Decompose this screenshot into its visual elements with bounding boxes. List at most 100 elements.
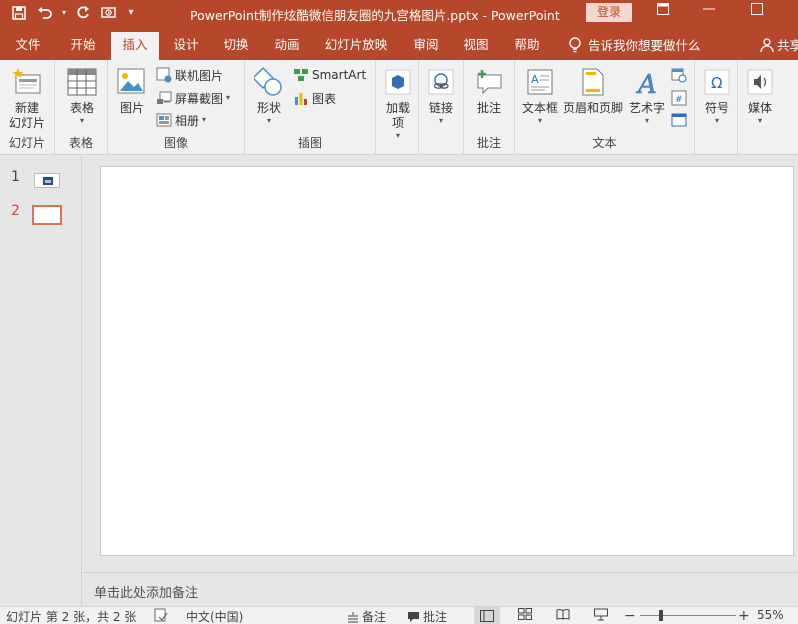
customize-toolbar-icon[interactable]: ▾ <box>124 3 138 22</box>
zoom-slider[interactable] <box>640 615 736 616</box>
minimize-icon[interactable] <box>694 2 724 22</box>
header-footer-button[interactable]: 页眉和页脚 <box>561 66 625 116</box>
tab-animations[interactable]: 动画 <box>267 35 307 60</box>
media-label: 媒体 <box>747 101 772 115</box>
zoom-slider-thumb[interactable] <box>659 610 663 621</box>
object-icon <box>671 112 687 128</box>
chart-button[interactable]: 图表 <box>293 88 336 108</box>
tab-view[interactable]: 视图 <box>456 35 496 60</box>
online-pictures-button[interactable]: 联机图片 <box>156 65 223 85</box>
tab-home[interactable]: 开始 <box>62 35 104 60</box>
tab-review[interactable]: 审阅 <box>406 35 446 60</box>
notes-toggle[interactable]: 备注 <box>347 608 386 624</box>
slideshow-button[interactable] <box>594 608 608 621</box>
group-illustrations-label: 插图 <box>297 136 322 150</box>
tab-transitions[interactable]: 切换 <box>216 35 256 60</box>
comment-button[interactable]: 批注 <box>470 66 508 116</box>
picture-label: 图片 <box>119 101 144 115</box>
online-picture-icon <box>156 67 172 83</box>
group-slides-label: 幻灯片 <box>8 136 45 150</box>
symbol-button[interactable]: Ω 符号 ▾ <box>699 66 735 126</box>
chart-icon <box>293 90 309 106</box>
group-illustrations: 形状 ▾ SmartArt 图表 插图 <box>245 60 376 155</box>
slide-canvas[interactable] <box>100 166 794 556</box>
wordart-button[interactable]: A 艺术字 ▾ <box>625 66 669 126</box>
comment-label: 批注 <box>476 101 501 115</box>
reading-view-button[interactable] <box>556 608 570 620</box>
start-from-beginning-icon[interactable] <box>98 3 120 22</box>
ribbon-display-options-icon[interactable] <box>648 2 678 22</box>
ribbon: 新建 幻灯片 幻灯片 表格 ▾ 表格 图片 联机图片 屏幕截图 ▾ 相册 ▾ 图… <box>0 60 798 155</box>
slide-thumbnail-pane: 1 2 <box>0 156 82 606</box>
addins-button[interactable]: 加载 项 ▾ <box>380 66 416 141</box>
notes-toggle-label: 备注 <box>362 610 387 624</box>
undo-dropdown-icon[interactable]: ▾ <box>60 3 68 22</box>
spell-check-icon[interactable] <box>154 608 168 622</box>
group-addins: 加载 项 ▾ <box>376 60 419 155</box>
photo-album-button[interactable]: 相册 ▾ <box>156 110 206 130</box>
maximize-icon[interactable] <box>742 2 772 22</box>
textbox-label: 文本框 <box>521 101 558 115</box>
smartart-label: SmartArt <box>312 68 367 82</box>
login-button[interactable]: 登录 <box>586 3 632 22</box>
window-title: PowerPoint制作炫酷微信朋友圈的九宫格图片.pptx - PowerPo… <box>190 8 560 23</box>
tab-help[interactable]: 帮助 <box>507 35 547 60</box>
zoom-out-button[interactable]: − <box>624 608 636 624</box>
smartart-button[interactable]: SmartArt <box>293 65 366 85</box>
normal-view-button[interactable] <box>474 607 500 624</box>
normal-view-icon <box>480 609 494 622</box>
comment-icon <box>473 66 505 98</box>
tab-design[interactable]: 设计 <box>166 35 206 60</box>
undo-icon[interactable] <box>34 3 56 22</box>
date-time-button[interactable] <box>671 65 687 85</box>
notes-pane[interactable]: 单击此处添加备注 <box>83 572 798 606</box>
table-label: 表格 <box>69 101 94 115</box>
slide-2-number: 2 <box>11 203 20 219</box>
tab-insert[interactable]: 插入 <box>111 32 159 60</box>
zoom-level[interactable]: 55% <box>757 608 784 622</box>
link-button[interactable]: 链接 ▾ <box>423 66 459 126</box>
slide-1-thumbnail[interactable] <box>34 173 60 188</box>
group-media: 媒体 ▾ <box>738 60 782 155</box>
tab-file[interactable]: 文件 <box>8 35 48 60</box>
save-icon[interactable] <box>8 3 30 22</box>
slideshow-icon <box>594 608 608 621</box>
chevron-down-icon: ▾ <box>714 116 719 125</box>
chevron-down-icon: ▾ <box>266 116 271 125</box>
chart-label: 图表 <box>312 91 337 106</box>
media-button[interactable]: 媒体 ▾ <box>742 66 778 126</box>
slide-2-thumbnail[interactable] <box>32 205 62 225</box>
slide-number-icon: # <box>671 90 687 106</box>
screenshot-button[interactable]: 屏幕截图 ▾ <box>156 88 230 108</box>
picture-button[interactable]: 图片 <box>114 66 150 116</box>
group-tables-label: 表格 <box>68 136 93 150</box>
comments-toggle-label: 批注 <box>423 610 448 624</box>
tell-me-search[interactable]: 告诉我你想要做什么 <box>568 35 701 54</box>
group-tables: 表格 ▾ 表格 <box>55 60 108 155</box>
textbox-icon: A <box>524 66 556 98</box>
tab-slideshow[interactable]: 幻灯片放映 <box>320 35 392 60</box>
addins-icon <box>382 66 414 98</box>
redo-icon[interactable] <box>72 3 94 22</box>
object-button[interactable] <box>671 110 687 130</box>
notes-icon <box>348 611 358 622</box>
textbox-button[interactable]: A 文本框 ▾ <box>519 66 561 126</box>
share-button[interactable]: 共享 <box>760 35 798 54</box>
chevron-down-icon: ▾ <box>537 116 542 125</box>
notes-placeholder: 单击此处添加备注 <box>94 586 199 601</box>
new-slide-label: 新建 幻灯片 <box>8 101 45 130</box>
slide-sorter-button[interactable] <box>518 608 532 620</box>
tell-me-label: 告诉我你想要做什么 <box>588 38 701 53</box>
new-slide-button[interactable]: 新建 幻灯片 <box>3 66 51 131</box>
group-symbols: Ω 符号 ▾ <box>695 60 738 155</box>
chevron-down-icon: ▾ <box>202 115 207 124</box>
reading-view-icon <box>556 609 570 620</box>
link-label: 链接 <box>428 101 453 115</box>
comments-toggle[interactable]: 批注 <box>407 608 447 624</box>
shapes-button[interactable]: 形状 ▾ <box>251 66 287 126</box>
table-button[interactable]: 表格 ▾ <box>59 66 105 126</box>
zoom-in-button[interactable]: + <box>738 608 750 624</box>
picture-icon <box>116 66 148 98</box>
slide-number-button[interactable]: # <box>671 88 687 108</box>
language-indicator[interactable]: 中文(中国) <box>186 608 243 624</box>
